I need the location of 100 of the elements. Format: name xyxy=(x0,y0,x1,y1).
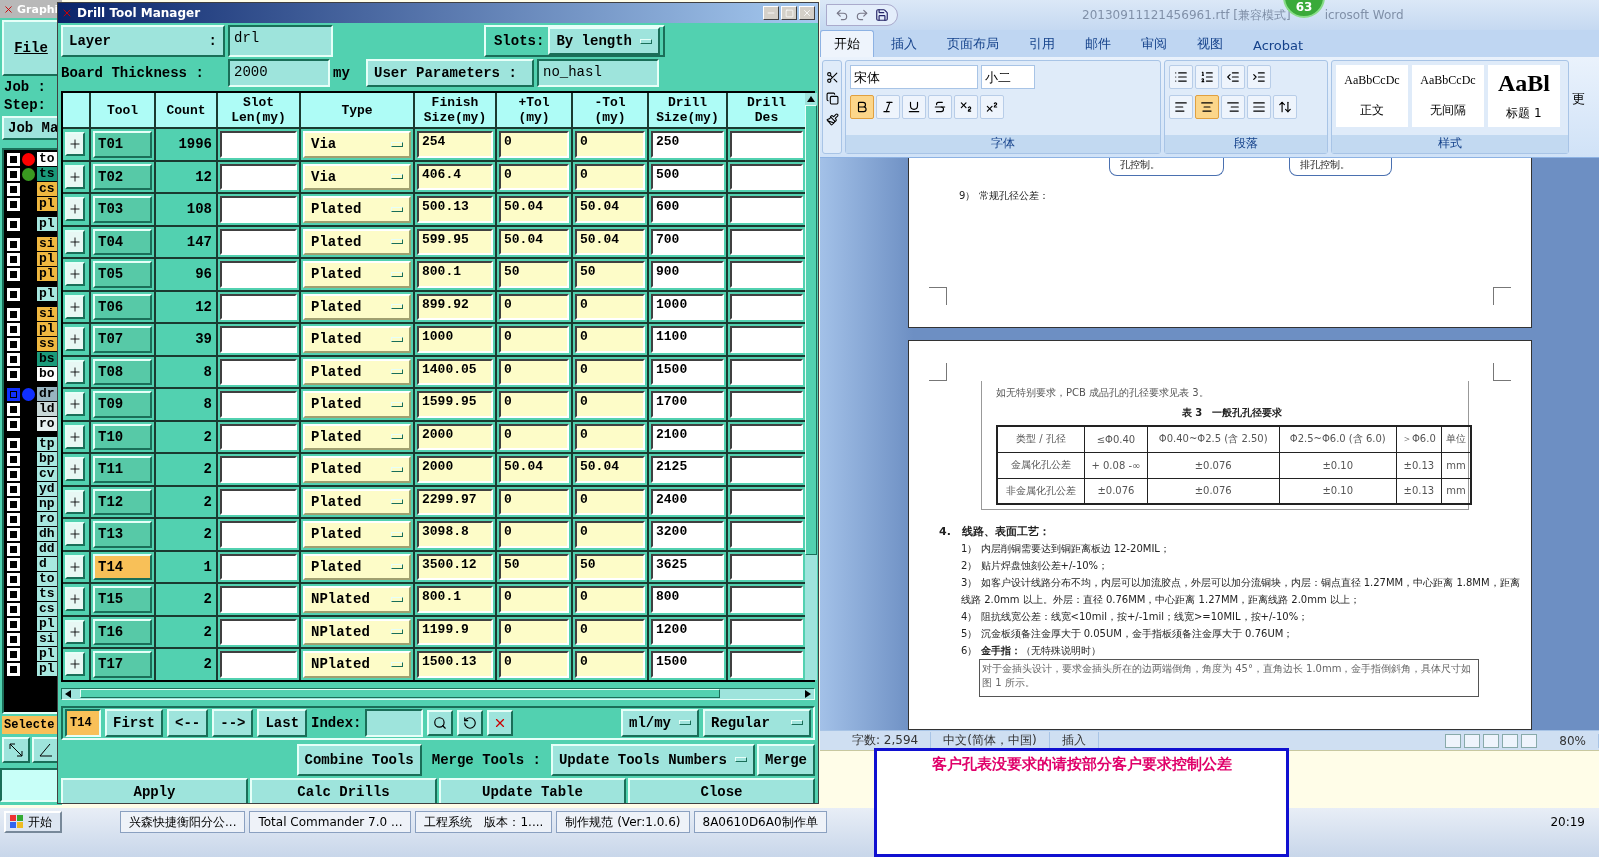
action-button[interactable]: Update Table xyxy=(439,777,626,803)
layer-name[interactable]: bo xyxy=(37,367,58,381)
layer-name[interactable]: pl xyxy=(37,217,58,231)
type-dropdown[interactable]: Plated xyxy=(303,326,411,353)
layer-name[interactable]: pl xyxy=(37,197,58,211)
type-dropdown[interactable]: Plated xyxy=(303,391,411,418)
minus-tolerance-field[interactable]: 0 xyxy=(575,423,645,450)
merge-dropdown[interactable]: Update Tools Numbers xyxy=(550,743,755,776)
drill-size-field[interactable]: 700 xyxy=(651,228,724,255)
ribbon-tab[interactable]: 页面布局 xyxy=(934,31,1012,57)
plus-tolerance-field[interactable]: 0 xyxy=(499,326,569,353)
finish-size-field[interactable]: 800.1 xyxy=(417,586,493,613)
plus-tolerance-field[interactable]: 50.04 xyxy=(499,196,569,223)
layer-name[interactable]: pl xyxy=(37,267,58,281)
drill-size-field[interactable]: 250 xyxy=(651,131,724,158)
plus-tolerance-field[interactable]: 0 xyxy=(499,423,569,450)
units-dropdown[interactable]: ml/my xyxy=(621,708,699,737)
layer-name[interactable]: bp xyxy=(37,452,58,466)
slots-dropdown[interactable]: By length xyxy=(548,27,660,55)
drill-size-field[interactable]: 3200 xyxy=(651,521,724,548)
plus-tolerance-field[interactable]: 50.04 xyxy=(499,228,569,255)
layer-name[interactable]: dd xyxy=(37,542,58,556)
plus-tolerance-field[interactable]: 0 xyxy=(499,651,569,678)
plus-tolerance-field[interactable]: 0 xyxy=(499,521,569,548)
layer-name[interactable]: ss xyxy=(37,337,58,351)
layer-name[interactable]: yd xyxy=(37,482,58,496)
drill-size-field[interactable]: 2125 xyxy=(651,456,724,483)
finish-size-field[interactable]: 2299.97 xyxy=(417,488,493,515)
minus-tolerance-field[interactable]: 0 xyxy=(575,586,645,613)
minus-tolerance-field[interactable]: 0 xyxy=(575,358,645,385)
drill-size-field[interactable]: 2400 xyxy=(651,488,724,515)
minus-tolerance-field[interactable]: 50.04 xyxy=(575,228,645,255)
layer-name[interactable]: ld xyxy=(37,402,58,416)
layer-name[interactable]: bs xyxy=(37,352,58,366)
type-dropdown[interactable]: Plated xyxy=(303,293,411,320)
layer-name[interactable]: ro xyxy=(37,417,58,431)
type-dropdown[interactable]: Plated xyxy=(303,261,411,288)
style-item[interactable]: AaBbCcDc 无间隔 xyxy=(1412,65,1484,127)
type-dropdown[interactable]: Via xyxy=(303,163,411,190)
font-size-field[interactable]: 小二 xyxy=(981,65,1035,89)
start-button[interactable]: 开始 xyxy=(4,811,62,833)
nav-button[interactable]: First xyxy=(105,708,163,737)
drill-size-field[interactable]: 1500 xyxy=(651,651,724,678)
plus-tolerance-field[interactable]: 50.04 xyxy=(499,456,569,483)
type-dropdown[interactable]: Via xyxy=(303,131,411,158)
type-dropdown[interactable]: Plated xyxy=(303,456,411,483)
plus-tolerance-field[interactable]: 50 xyxy=(499,553,569,580)
layer-name[interactable]: to xyxy=(37,572,58,586)
minus-tolerance-field[interactable]: 0 xyxy=(575,293,645,320)
layer-name[interactable]: si xyxy=(37,632,58,646)
drill-size-field[interactable]: 1100 xyxy=(651,326,724,353)
layer-name[interactable]: si xyxy=(37,307,58,321)
type-dropdown[interactable]: Plated xyxy=(303,553,411,580)
tool-button[interactable]: T03 xyxy=(93,196,152,223)
minus-tolerance-field[interactable]: 50 xyxy=(575,553,645,580)
ribbon-tab[interactable]: 视图 xyxy=(1184,31,1236,57)
tool-button[interactable]: T07 xyxy=(93,326,152,353)
tool-button[interactable]: T17 xyxy=(93,651,152,678)
plus-tolerance-field[interactable]: 0 xyxy=(499,391,569,418)
nav-button[interactable]: Last xyxy=(257,708,308,737)
taskbar-button[interactable]: 制作规范 (Ver:1.0.6) xyxy=(556,811,690,833)
tool-button[interactable]: T08 xyxy=(93,358,152,385)
drill-size-field[interactable]: 900 xyxy=(651,261,724,288)
taskbar-button[interactable]: 8A0610D6A0制作单 xyxy=(693,811,827,833)
layer-field[interactable]: drl xyxy=(228,25,333,57)
finish-size-field[interactable]: 254 xyxy=(417,131,493,158)
minus-tolerance-field[interactable]: 0 xyxy=(575,131,645,158)
finish-size-field[interactable]: 899.92 xyxy=(417,293,493,320)
tool-button[interactable]: T02 xyxy=(93,163,152,190)
drill-size-field[interactable]: 1500 xyxy=(651,358,724,385)
type-dropdown[interactable]: Plated xyxy=(303,488,411,515)
nav-button[interactable]: --> xyxy=(212,708,254,737)
plus-tolerance-field[interactable]: 0 xyxy=(499,488,569,515)
plus-tolerance-field[interactable]: 0 xyxy=(499,618,569,645)
layer-name[interactable]: to xyxy=(37,152,58,166)
action-button[interactable]: Close xyxy=(628,777,815,803)
type-dropdown[interactable]: Plated xyxy=(303,228,411,255)
action-button[interactable]: Apply xyxy=(61,777,248,803)
layer-name[interactable]: pl xyxy=(37,647,58,661)
layer-name[interactable]: cv xyxy=(37,467,58,481)
plus-tolerance-field[interactable]: 0 xyxy=(499,586,569,613)
minus-tolerance-field[interactable]: 0 xyxy=(575,521,645,548)
finish-size-field[interactable]: 1500.13 xyxy=(417,651,493,678)
drill-size-field[interactable]: 1000 xyxy=(651,293,724,320)
combine-tools-button[interactable]: Combine Tools xyxy=(296,743,422,776)
font-field[interactable]: 宋体 xyxy=(850,65,978,89)
tool-button[interactable]: T06 xyxy=(93,293,152,320)
job-manager-button[interactable]: Job Ma xyxy=(2,116,60,140)
plus-tolerance-field[interactable]: 0 xyxy=(499,293,569,320)
drill-size-field[interactable]: 3625 xyxy=(651,553,724,580)
finish-size-field[interactable]: 800.1 xyxy=(417,261,493,288)
type-dropdown[interactable]: Plated xyxy=(303,196,411,223)
layer-name[interactable]: dr xyxy=(37,387,58,401)
tool-button[interactable]: T09 xyxy=(93,391,152,418)
tool-button[interactable]: T04 xyxy=(93,228,152,255)
tool-button[interactable]: T11 xyxy=(93,456,152,483)
file-menu[interactable]: File xyxy=(2,20,60,76)
minus-tolerance-field[interactable]: 50.04 xyxy=(575,196,645,223)
layer-name[interactable]: np xyxy=(37,497,58,511)
plus-tolerance-field[interactable]: 0 xyxy=(499,163,569,190)
